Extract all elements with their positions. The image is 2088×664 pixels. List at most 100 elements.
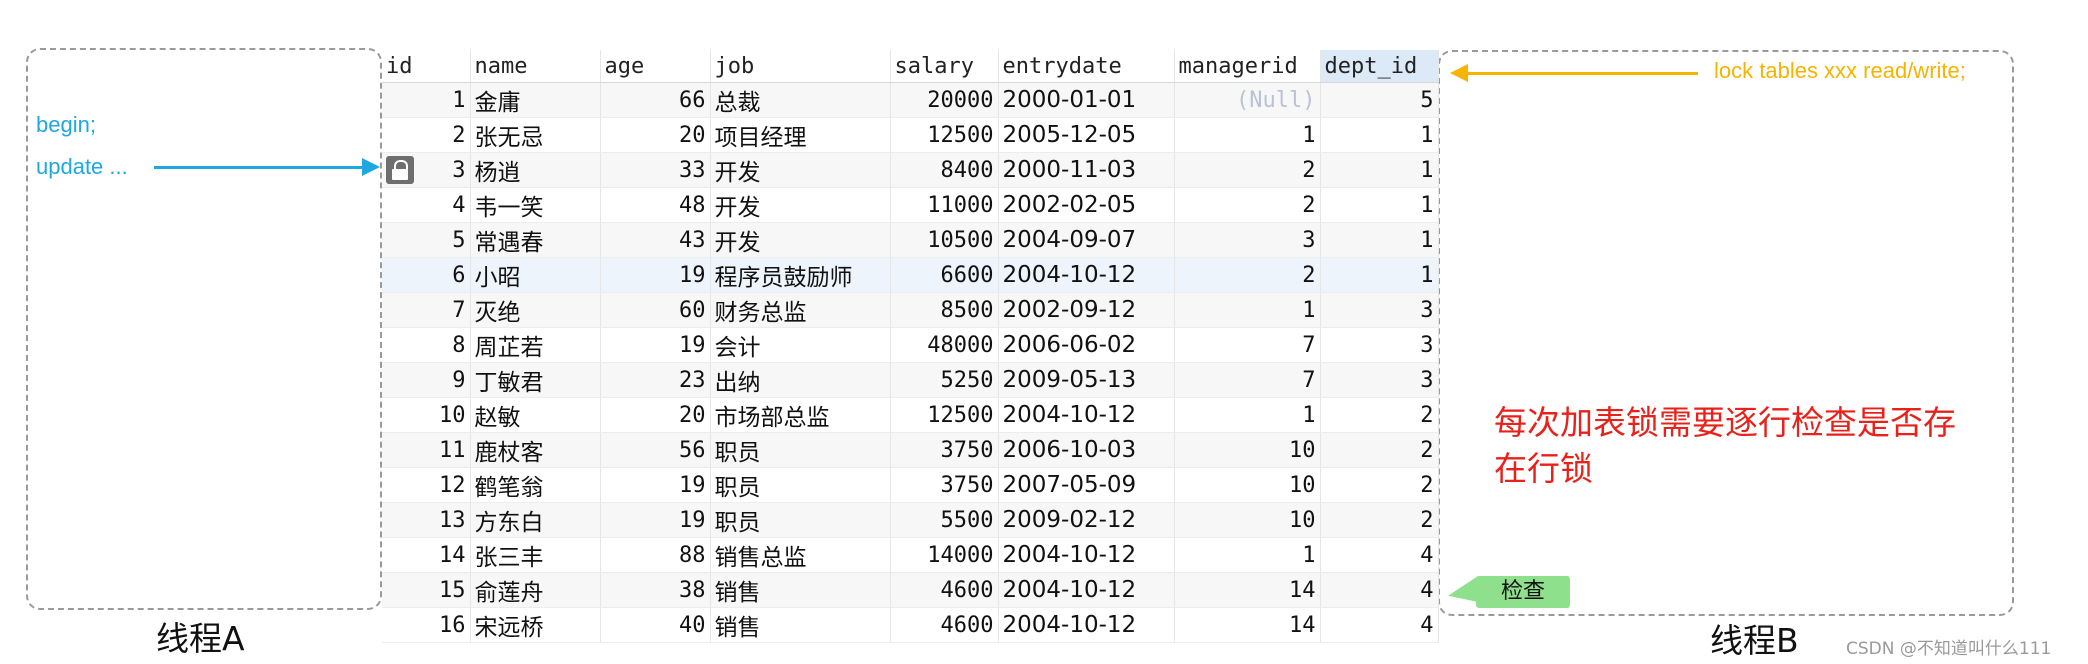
cell-name[interactable]: 鹤笔翁 <box>470 467 601 504</box>
cell-age[interactable]: 66 <box>600 82 711 119</box>
cell-id[interactable]: 2 <box>382 117 471 154</box>
table-row[interactable]: 2 张无忌 20 项目经理 12500 2005-12-05 1 1 <box>382 117 1439 154</box>
cell-entrydate[interactable]: 2002-09-12 <box>998 292 1175 329</box>
column-header-managerid[interactable]: managerid <box>1174 50 1321 84</box>
cell-age[interactable]: 19 <box>600 327 711 364</box>
table-row[interactable]: 10 赵敏 20 市场部总监 12500 2004-10-12 1 2 <box>382 397 1439 434</box>
cell-age[interactable]: 43 <box>600 222 711 259</box>
cell-dept-id[interactable]: 3 <box>1320 292 1439 329</box>
cell-age[interactable]: 20 <box>600 117 711 154</box>
table-row[interactable]: 12 鹤笔翁 19 职员 3750 2007-05-09 10 2 <box>382 467 1439 504</box>
cell-entrydate[interactable]: 2004-09-07 <box>998 222 1175 259</box>
cell-name[interactable]: 周芷若 <box>470 327 601 364</box>
cell-managerid[interactable]: 3 <box>1174 222 1321 259</box>
cell-managerid[interactable]: 1 <box>1174 537 1321 574</box>
cell-age[interactable]: 20 <box>600 397 711 434</box>
cell-name[interactable]: 赵敏 <box>470 397 601 434</box>
cell-id[interactable]: 4 <box>382 187 471 224</box>
cell-salary[interactable]: 48000 <box>890 327 999 364</box>
cell-entrydate[interactable]: 2009-05-13 <box>998 362 1175 399</box>
cell-age[interactable]: 19 <box>600 257 711 294</box>
cell-entrydate[interactable]: 2006-06-02 <box>998 327 1175 364</box>
table-row[interactable]: 5 常遇春 43 开发 10500 2004-09-07 3 1 <box>382 222 1439 259</box>
cell-id[interactable]: 11 <box>382 432 471 469</box>
cell-managerid[interactable]: 10 <box>1174 502 1321 539</box>
cell-age[interactable]: 19 <box>600 502 711 539</box>
table-row[interactable]: 9 丁敏君 23 出纳 5250 2009-05-13 7 3 <box>382 362 1439 399</box>
cell-managerid[interactable]: 7 <box>1174 327 1321 364</box>
cell-id[interactable]: 16 <box>382 607 471 644</box>
cell-dept-id[interactable]: 2 <box>1320 502 1439 539</box>
cell-job[interactable]: 市场部总监 <box>710 397 891 434</box>
cell-id[interactable]: 3 <box>382 152 471 189</box>
cell-job[interactable]: 开发 <box>710 152 891 189</box>
cell-entrydate[interactable]: 2004-10-12 <box>998 397 1175 434</box>
cell-salary[interactable]: 11000 <box>890 187 999 224</box>
cell-name[interactable]: 韦一笑 <box>470 187 601 224</box>
cell-id[interactable]: 14 <box>382 537 471 574</box>
cell-dept-id[interactable]: 2 <box>1320 432 1439 469</box>
cell-age[interactable]: 19 <box>600 467 711 504</box>
cell-name[interactable]: 丁敏君 <box>470 362 601 399</box>
cell-dept-id[interactable]: 4 <box>1320 572 1439 609</box>
cell-managerid[interactable]: (Null) <box>1174 82 1321 119</box>
cell-id[interactable]: 9 <box>382 362 471 399</box>
column-header-entrydate[interactable]: entrydate <box>998 50 1175 84</box>
cell-dept-id[interactable]: 1 <box>1320 222 1439 259</box>
cell-id[interactable]: 5 <box>382 222 471 259</box>
cell-managerid[interactable]: 1 <box>1174 117 1321 154</box>
cell-id[interactable]: 13 <box>382 502 471 539</box>
cell-entrydate[interactable]: 2004-10-12 <box>998 572 1175 609</box>
cell-managerid[interactable]: 1 <box>1174 397 1321 434</box>
cell-salary[interactable]: 8500 <box>890 292 999 329</box>
cell-managerid[interactable]: 7 <box>1174 362 1321 399</box>
cell-dept-id[interactable]: 2 <box>1320 467 1439 504</box>
cell-name[interactable]: 张三丰 <box>470 537 601 574</box>
cell-managerid[interactable]: 14 <box>1174 572 1321 609</box>
table-row[interactable]: 3 杨逍 33 开发 8400 2000-11-03 2 1 <box>382 152 1439 189</box>
cell-salary[interactable]: 6600 <box>890 257 999 294</box>
cell-entrydate[interactable]: 2004-10-12 <box>998 607 1175 644</box>
cell-name[interactable]: 灭绝 <box>470 292 601 329</box>
cell-entrydate[interactable]: 2006-10-03 <box>998 432 1175 469</box>
cell-managerid[interactable]: 14 <box>1174 607 1321 644</box>
cell-id[interactable]: 12 <box>382 467 471 504</box>
cell-dept-id[interactable]: 2 <box>1320 397 1439 434</box>
cell-age[interactable]: 40 <box>600 607 711 644</box>
cell-entrydate[interactable]: 2007-05-09 <box>998 467 1175 504</box>
cell-managerid[interactable]: 10 <box>1174 467 1321 504</box>
column-header-id[interactable]: id <box>382 50 471 84</box>
cell-age[interactable]: 60 <box>600 292 711 329</box>
cell-name[interactable]: 俞莲舟 <box>470 572 601 609</box>
table-row[interactable]: 8 周芷若 19 会计 48000 2006-06-02 7 3 <box>382 327 1439 364</box>
cell-id[interactable]: 10 <box>382 397 471 434</box>
cell-name[interactable]: 杨逍 <box>470 152 601 189</box>
cell-name[interactable]: 宋远桥 <box>470 607 601 644</box>
cell-salary[interactable]: 12500 <box>890 397 999 434</box>
cell-name[interactable]: 小昭 <box>470 257 601 294</box>
cell-id[interactable]: 8 <box>382 327 471 364</box>
cell-entrydate[interactable]: 2009-02-12 <box>998 502 1175 539</box>
cell-salary[interactable]: 8400 <box>890 152 999 189</box>
table-row[interactable]: 4 韦一笑 48 开发 11000 2002-02-05 2 1 <box>382 187 1439 224</box>
table-row[interactable]: 7 灭绝 60 财务总监 8500 2002-09-12 1 3 <box>382 292 1439 329</box>
table-row[interactable]: 11 鹿杖客 56 职员 3750 2006-10-03 10 2 <box>382 432 1439 469</box>
cell-managerid[interactable]: 2 <box>1174 152 1321 189</box>
cell-dept-id[interactable]: 3 <box>1320 327 1439 364</box>
column-header-name[interactable]: name <box>470 50 601 84</box>
cell-entrydate[interactable]: 2002-02-05 <box>998 187 1175 224</box>
cell-job[interactable]: 职员 <box>710 467 891 504</box>
cell-job[interactable]: 程序员鼓励师 <box>710 257 891 294</box>
table-row[interactable]: 16 宋远桥 40 销售 4600 2004-10-12 14 4 <box>382 607 1439 644</box>
cell-name[interactable]: 常遇春 <box>470 222 601 259</box>
cell-salary[interactable]: 4600 <box>890 607 999 644</box>
cell-salary[interactable]: 12500 <box>890 117 999 154</box>
cell-entrydate[interactable]: 2004-10-12 <box>998 537 1175 574</box>
cell-job[interactable]: 开发 <box>710 187 891 224</box>
cell-job[interactable]: 职员 <box>710 502 891 539</box>
cell-entrydate[interactable]: 2000-11-03 <box>998 152 1175 189</box>
cell-job[interactable]: 财务总监 <box>710 292 891 329</box>
cell-id[interactable]: 15 <box>382 572 471 609</box>
cell-managerid[interactable]: 2 <box>1174 187 1321 224</box>
cell-job[interactable]: 会计 <box>710 327 891 364</box>
